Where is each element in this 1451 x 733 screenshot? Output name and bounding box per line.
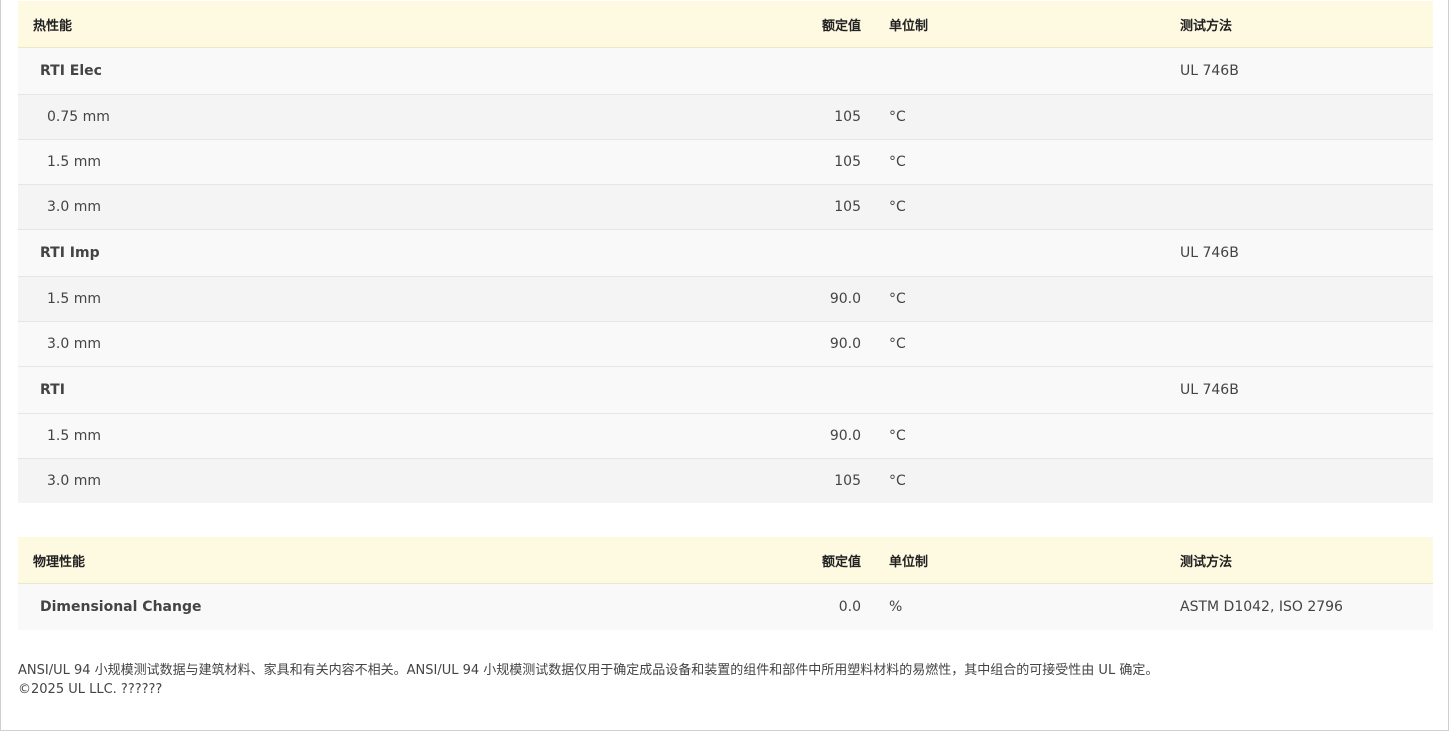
property-name: RTI Imp	[18, 229, 768, 277]
property-name: Dimensional Change	[18, 583, 768, 630]
table-header-row: 物理性能 额定值 单位制 测试方法	[18, 537, 1433, 584]
column-header-value: 额定值	[768, 1, 873, 48]
rating-value: 105	[768, 184, 873, 230]
thickness-label: 1.5 mm	[18, 413, 768, 459]
table-row: 1.5 mm 105 °C	[18, 139, 1433, 185]
property-name: RTI Elec	[18, 47, 768, 95]
unit-label: °C	[873, 413, 1162, 459]
unit-label: °C	[873, 276, 1162, 322]
column-header-property: 热性能	[18, 1, 768, 48]
property-name: RTI	[18, 366, 768, 414]
test-method: UL 746B	[1162, 229, 1433, 277]
column-header-test-method: 测试方法	[1162, 537, 1433, 584]
table-row: 1.5 mm 90.0 °C	[18, 276, 1433, 322]
rating-value: 0.0	[768, 583, 873, 630]
table-row: 3.0 mm 105 °C	[18, 458, 1433, 503]
rating-value: 105	[768, 139, 873, 185]
table-row: 1.5 mm 90.0 °C	[18, 413, 1433, 459]
column-header-value: 额定值	[768, 537, 873, 584]
thickness-label: 1.5 mm	[18, 276, 768, 322]
unit-label: °C	[873, 94, 1162, 140]
thickness-label: 0.75 mm	[18, 94, 768, 140]
unit-label: °C	[873, 139, 1162, 185]
table-header-row: 热性能 额定值 单位制 测试方法	[18, 1, 1433, 48]
rating-value: 90.0	[768, 413, 873, 459]
rating-value: 105	[768, 458, 873, 503]
table-row: Dimensional Change 0.0 % ASTM D1042, ISO…	[18, 583, 1433, 630]
table-row: 3.0 mm 105 °C	[18, 184, 1433, 230]
unit-label: °C	[873, 184, 1162, 230]
column-header-unit: 单位制	[873, 1, 1162, 48]
column-header-test-method: 测试方法	[1162, 1, 1433, 48]
disclaimer-text: ANSI/UL 94 小规模测试数据与建筑材料、家具和有关内容不相关。ANSI/…	[18, 663, 1159, 678]
thickness-label: 3.0 mm	[18, 321, 768, 367]
footnote: ANSI/UL 94 小规模测试数据与建筑材料、家具和有关内容不相关。ANSI/…	[18, 661, 1433, 699]
unit-label: °C	[873, 458, 1162, 503]
thickness-label: 3.0 mm	[18, 458, 768, 503]
thickness-label: 1.5 mm	[18, 139, 768, 185]
rating-value: 105	[768, 94, 873, 140]
thermal-properties-table: 热性能 额定值 单位制 测试方法 RTI Elec UL 746B 0.75 m…	[18, 1, 1433, 503]
test-method: UL 746B	[1162, 366, 1433, 414]
column-header-property: 物理性能	[18, 537, 768, 584]
rating-value: 90.0	[768, 321, 873, 367]
column-header-unit: 单位制	[873, 537, 1162, 584]
table-row: 0.75 mm 105 °C	[18, 94, 1433, 140]
physical-properties-table: 物理性能 额定值 单位制 测试方法 Dimensional Change 0.0…	[18, 537, 1433, 630]
unit-label: %	[873, 583, 1162, 630]
unit-label: °C	[873, 321, 1162, 367]
copyright-text: ©2025 UL LLC. ??????	[18, 682, 163, 697]
property-group-row: RTI Imp UL 746B	[18, 229, 1433, 277]
test-method: UL 746B	[1162, 47, 1433, 95]
thickness-label: 3.0 mm	[18, 184, 768, 230]
rating-value: 90.0	[768, 276, 873, 322]
property-group-row: RTI UL 746B	[18, 366, 1433, 414]
test-method: ASTM D1042, ISO 2796	[1162, 583, 1433, 630]
table-row: 3.0 mm 90.0 °C	[18, 321, 1433, 367]
property-group-row: RTI Elec UL 746B	[18, 47, 1433, 95]
